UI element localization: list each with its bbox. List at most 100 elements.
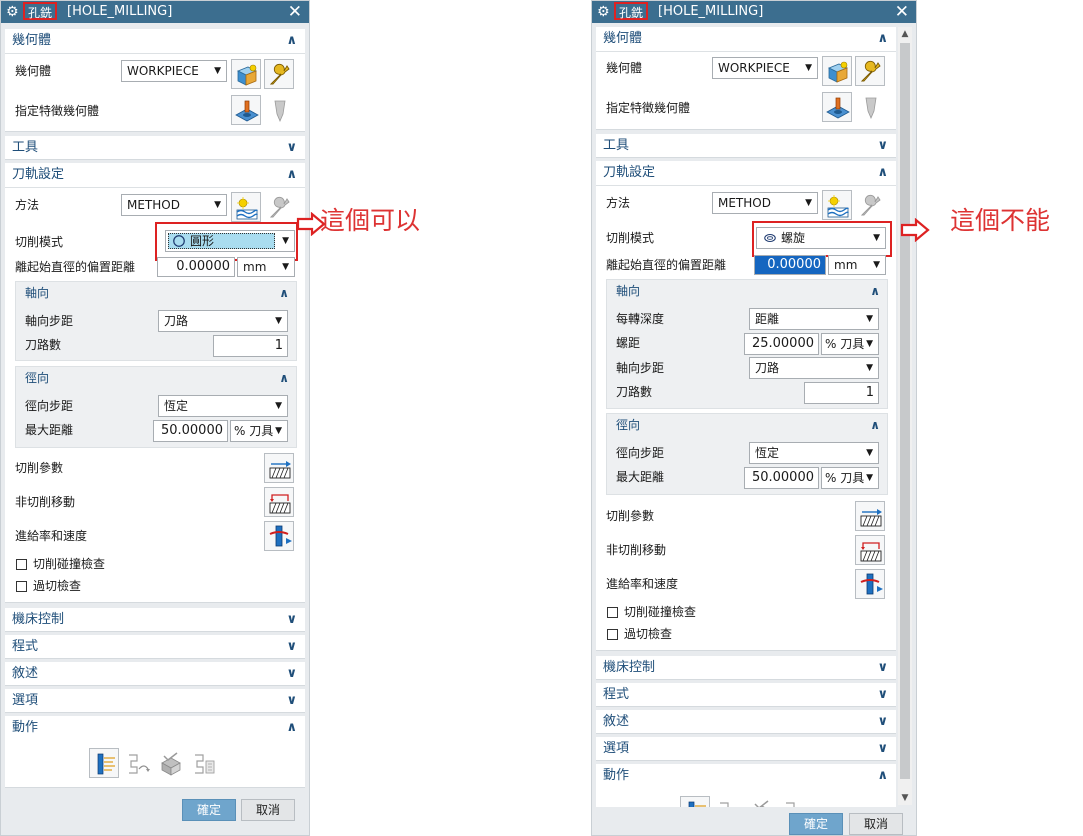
radial-group-header[interactable]: 徑向 ∧: [607, 414, 887, 436]
chevron-down-icon[interactable]: ∨: [286, 689, 297, 713]
non-cut-moves-button[interactable]: [264, 487, 294, 517]
chevron-up-icon[interactable]: ∧: [870, 280, 880, 302]
section-tool-header[interactable]: 工具 ∨: [5, 136, 305, 160]
section-path-settings-header[interactable]: 刀軌設定 ∧: [596, 161, 896, 186]
generate-button[interactable]: [89, 748, 119, 778]
chevron-up-icon[interactable]: ∧: [877, 161, 888, 185]
offset-distance-field[interactable]: 0.00000: [157, 257, 235, 277]
max-distance-unit-dropdown[interactable]: % 刀具 ▼: [821, 467, 879, 489]
axial-step-dropdown[interactable]: 刀路 ▼: [158, 310, 288, 332]
axial-group-header[interactable]: 軸向 ∧: [16, 282, 296, 304]
settings-gear-icon[interactable]: ⚙: [6, 3, 19, 21]
ok-button[interactable]: 確定: [182, 799, 236, 821]
edit-geometry-button[interactable]: [855, 56, 885, 86]
section-options-header[interactable]: 選項 ∨: [5, 689, 305, 713]
method-dropdown[interactable]: METHOD ▼: [712, 192, 818, 214]
section-actions-header[interactable]: 動作 ∧: [5, 716, 305, 740]
cut-params-button[interactable]: [264, 453, 294, 483]
section-geometry-header[interactable]: 幾何體 ∧: [596, 27, 896, 52]
max-distance-unit-dropdown[interactable]: % 刀具 ▼: [230, 420, 288, 442]
close-icon[interactable]: ✕: [288, 1, 302, 23]
chevron-down-icon[interactable]: ∨: [877, 656, 888, 680]
scrollbar-thumb[interactable]: [900, 43, 910, 779]
section-path-settings-header[interactable]: 刀軌設定 ∧: [5, 163, 305, 188]
scroll-down-arrow-icon[interactable]: ▼: [898, 793, 912, 803]
chevron-down-icon[interactable]: ∨: [877, 134, 888, 158]
collision-check-checkbox[interactable]: [607, 607, 618, 618]
cancel-button[interactable]: 取消: [849, 813, 903, 835]
section-program-header[interactable]: 程式 ∨: [596, 683, 896, 707]
verify-button[interactable]: [155, 748, 185, 778]
specify-feature-button[interactable]: [822, 92, 852, 122]
new-geometry-button[interactable]: [231, 59, 261, 89]
section-program-header[interactable]: 程式 ∨: [5, 635, 305, 659]
display-feature-button[interactable]: [855, 92, 885, 122]
specify-feature-button[interactable]: [231, 95, 261, 125]
chevron-up-icon[interactable]: ∧: [877, 27, 888, 51]
axial-group-header[interactable]: 軸向 ∧: [607, 280, 887, 302]
offset-unit-dropdown[interactable]: mm ▼: [828, 255, 886, 275]
passes-field[interactable]: 1: [213, 335, 288, 357]
edit-method-button[interactable]: [855, 190, 885, 220]
cut-mode-dropdown[interactable]: 圓形 ▼: [165, 230, 295, 252]
radial-step-dropdown[interactable]: 恆定 ▼: [749, 442, 879, 464]
passes-field[interactable]: 1: [804, 382, 879, 404]
chevron-up-icon[interactable]: ∧: [286, 29, 297, 53]
max-distance-field[interactable]: 50.00000: [744, 467, 819, 489]
new-geometry-button[interactable]: [822, 56, 852, 86]
new-method-button[interactable]: [822, 190, 852, 220]
cancel-button[interactable]: 取消: [241, 799, 295, 821]
display-feature-button[interactable]: [264, 95, 294, 125]
edit-method-button[interactable]: [264, 192, 294, 222]
vertical-scrollbar[interactable]: ▲ ▼: [898, 27, 912, 805]
ok-button[interactable]: 確定: [789, 813, 843, 835]
chevron-up-icon[interactable]: ∧: [286, 716, 297, 740]
max-distance-field[interactable]: 50.00000: [153, 420, 228, 442]
feeds-speeds-button[interactable]: [264, 521, 294, 551]
geometry-dropdown[interactable]: WORKPIECE ▼: [712, 57, 818, 79]
method-dropdown[interactable]: METHOD ▼: [121, 194, 227, 216]
cut-mode-dropdown[interactable]: 螺旋 ▼: [756, 227, 886, 249]
section-options-header[interactable]: 選項 ∨: [596, 737, 896, 761]
chevron-up-icon[interactable]: ∧: [279, 367, 289, 389]
offset-unit-dropdown[interactable]: mm ▼: [237, 257, 295, 277]
chevron-down-icon[interactable]: ∨: [286, 662, 297, 686]
section-description-header[interactable]: 敘述 ∨: [596, 710, 896, 734]
section-tool-header[interactable]: 工具 ∨: [596, 134, 896, 158]
chevron-up-icon[interactable]: ∧: [870, 414, 880, 436]
depth-per-rev-dropdown[interactable]: 距離 ▼: [749, 308, 879, 330]
section-actions-header[interactable]: 動作 ∧: [596, 764, 896, 788]
offset-distance-field[interactable]: 0.00000: [754, 255, 826, 275]
geometry-dropdown[interactable]: WORKPIECE ▼: [121, 60, 227, 82]
collision-check-checkbox[interactable]: [16, 559, 27, 570]
pitch-field[interactable]: 25.00000: [744, 333, 819, 355]
pitch-unit-dropdown[interactable]: % 刀具 ▼: [821, 333, 879, 355]
section-geometry-header[interactable]: 幾何體 ∧: [5, 29, 305, 54]
gouge-check-checkbox[interactable]: [607, 629, 618, 640]
close-icon[interactable]: ✕: [895, 1, 909, 23]
radial-step-dropdown[interactable]: 恆定 ▼: [158, 395, 288, 417]
chevron-up-icon[interactable]: ∧: [279, 282, 289, 304]
chevron-up-icon[interactable]: ∧: [286, 163, 297, 187]
chevron-down-icon[interactable]: ∨: [877, 737, 888, 761]
non-cut-moves-button[interactable]: [855, 535, 885, 565]
section-machine-control-header[interactable]: 機床控制 ∨: [596, 656, 896, 680]
feeds-speeds-button[interactable]: [855, 569, 885, 599]
chevron-down-icon[interactable]: ∨: [877, 710, 888, 734]
section-description-header[interactable]: 敘述 ∨: [5, 662, 305, 686]
gouge-check-checkbox[interactable]: [16, 581, 27, 592]
section-machine-control-header[interactable]: 機床控制 ∨: [5, 608, 305, 632]
list-button[interactable]: [188, 748, 218, 778]
chevron-down-icon[interactable]: ∨: [877, 683, 888, 707]
scroll-up-arrow-icon[interactable]: ▲: [898, 29, 912, 39]
settings-gear-icon[interactable]: ⚙: [597, 3, 610, 21]
new-method-button[interactable]: [231, 192, 261, 222]
axial-step-dropdown[interactable]: 刀路 ▼: [749, 357, 879, 379]
replay-button[interactable]: [122, 748, 152, 778]
chevron-down-icon[interactable]: ∨: [286, 635, 297, 659]
chevron-down-icon[interactable]: ∨: [286, 136, 297, 160]
edit-geometry-button[interactable]: [264, 59, 294, 89]
radial-group-header[interactable]: 徑向 ∧: [16, 367, 296, 389]
chevron-down-icon[interactable]: ∨: [286, 608, 297, 632]
chevron-up-icon[interactable]: ∧: [877, 764, 888, 788]
